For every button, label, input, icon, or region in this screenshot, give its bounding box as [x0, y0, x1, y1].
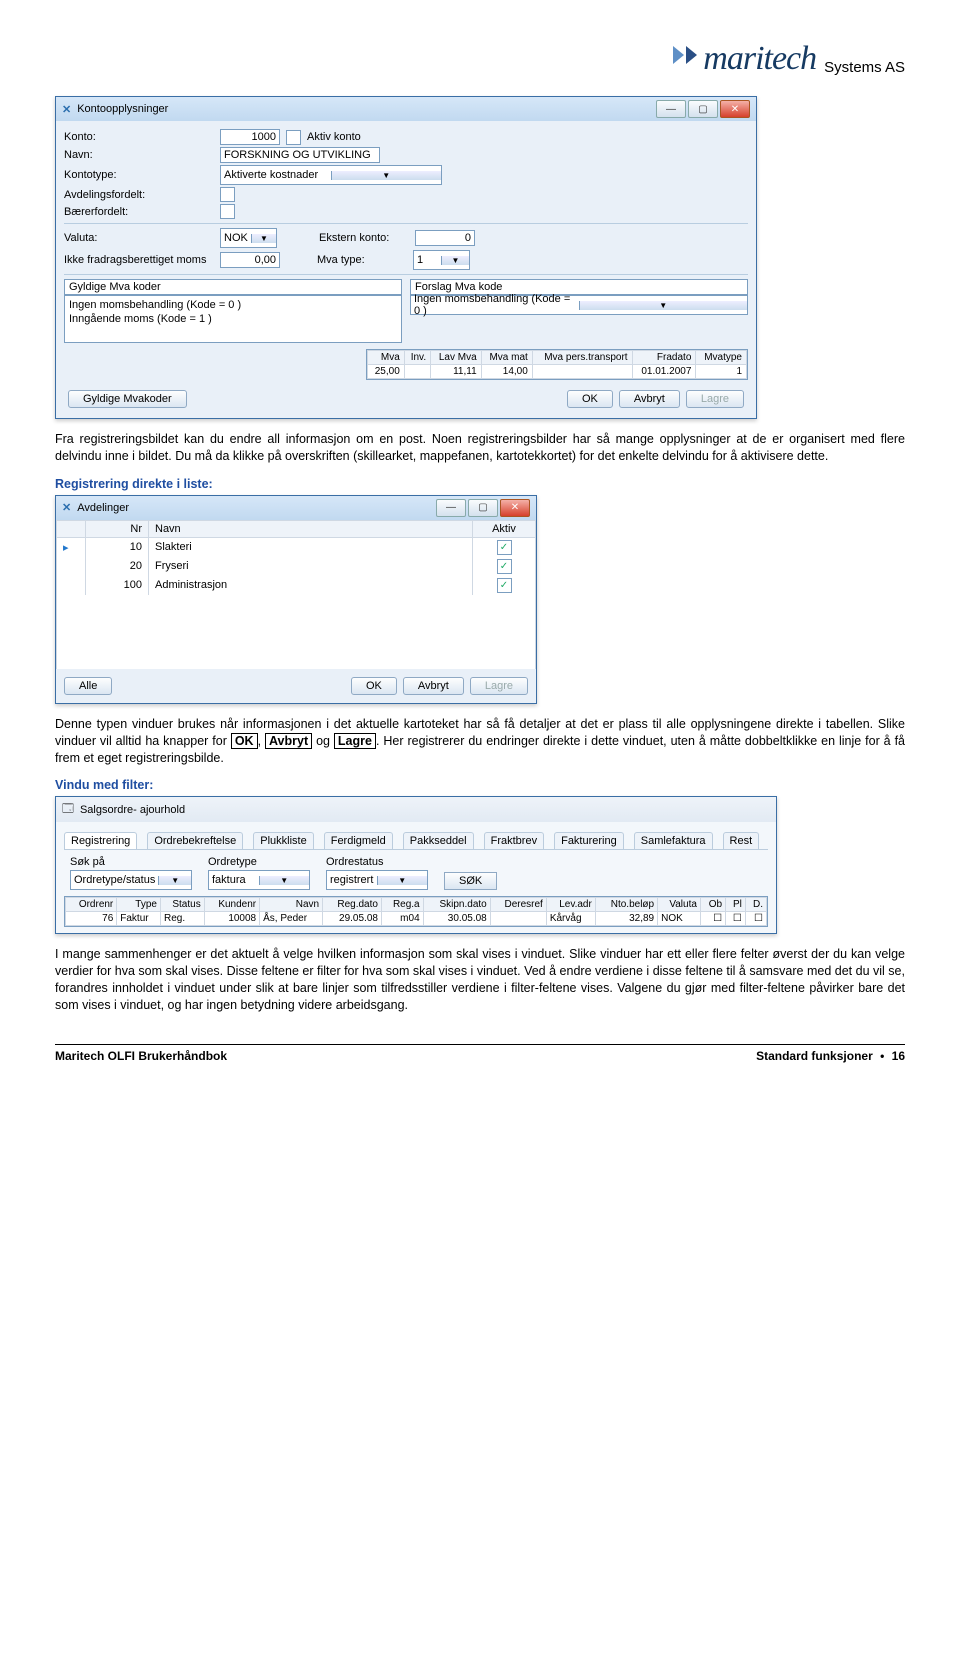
list-gyldige-mva[interactable]: Ingen momsbehandling (Kode = 0 ) Inngåen… [64, 295, 402, 343]
minimize-button[interactable]: — [436, 499, 466, 517]
lagre-button[interactable]: Lagre [470, 677, 528, 695]
maximize-button[interactable]: ▢ [468, 499, 498, 517]
select-kontotype[interactable]: Aktiverte kostnader▼ [220, 165, 442, 185]
app-icon: ✕ [62, 501, 71, 514]
label-sok-pa: Søk på [70, 856, 192, 868]
close-button[interactable]: ✕ [720, 100, 750, 118]
heading-registrering-liste: Registrering direkte i liste: [55, 477, 905, 491]
label-gyldige: Gyldige Mva koder [64, 279, 402, 295]
footer-section: Standard funksjoner [756, 1049, 873, 1063]
keyword-avbryt: Avbryt [265, 733, 312, 749]
tab-fraktbrev[interactable]: Fraktbrev [484, 832, 544, 849]
window-avdelinger: ✕ Avdelinger — ▢ ✕ Nr Navn Aktiv ▸ 10 [55, 495, 537, 704]
window-title: Kontoopplysninger [77, 103, 168, 115]
select-sok-pa[interactable]: Ordretype/status▼ [70, 870, 192, 890]
brand-name: maritech [703, 40, 816, 78]
label-ikke-fradrag: Ikke fradragsberettiget moms [64, 254, 214, 266]
lagre-button[interactable]: Lagre [686, 390, 744, 408]
label-avdelingsfordelt: Avdelingsfordelt: [64, 189, 214, 201]
app-icon: ✕ [62, 103, 71, 116]
window-kontoopplysninger: ✕ Kontoopplysninger — ▢ ✕ Konto: 1000 Ak… [55, 96, 757, 419]
checkbox-aktiv[interactable]: ✓ [497, 578, 512, 593]
alle-button[interactable]: Alle [64, 677, 112, 695]
footer-page-number: 16 [892, 1049, 905, 1063]
ok-button[interactable]: OK [351, 677, 397, 695]
label-ordretype: Ordretype [208, 856, 310, 868]
brand-suffix: Systems AS [824, 59, 905, 76]
tab-bar: Registrering Ordrebekreftelse Plukkliste… [64, 832, 768, 850]
select-forslag-mva[interactable]: Ingen momsbehandling (Kode = 0 )▼ [410, 295, 748, 315]
window-title: Avdelinger [77, 502, 129, 514]
label-ekstern-konto: Ekstern konto: [319, 232, 409, 244]
checkbox-baererfordelt[interactable] [220, 204, 235, 219]
label-ordrestatus: Ordrestatus [326, 856, 428, 868]
page-header: maritech Systems AS [55, 40, 905, 78]
tab-registrering[interactable]: Registrering [64, 832, 137, 849]
input-navn[interactable]: FORSKNING OG UTVIKLING [220, 147, 380, 163]
label-mvatype: Mva type: [317, 254, 407, 266]
label-navn: Navn: [64, 149, 214, 161]
table-row: 100 Administrasjon ✓ [57, 576, 536, 595]
app-icon: 🗔 [62, 800, 74, 819]
checkbox-aktiv[interactable] [286, 130, 301, 145]
window-title: Salgsordre- ajourhold [80, 804, 185, 816]
mva-grid: MvaInv. Lav MvaMva mat Mva pers.transpor… [366, 349, 748, 380]
tab-plukkliste[interactable]: Plukkliste [253, 832, 313, 849]
keyword-lagre: Lagre [334, 733, 376, 749]
label-valuta: Valuta: [64, 232, 214, 244]
label-konto: Konto: [64, 131, 214, 143]
tab-fakturering[interactable]: Fakturering [554, 832, 624, 849]
avdelinger-table[interactable]: Nr Navn Aktiv ▸ 10 Slakteri ✓ 20 Fryseri… [56, 520, 536, 669]
select-mvatype[interactable]: 1▼ [413, 250, 470, 270]
close-button[interactable]: ✕ [500, 499, 530, 517]
maximize-button[interactable]: ▢ [688, 100, 718, 118]
select-ordretype[interactable]: faktura▼ [208, 870, 310, 890]
table-row: 76Faktur Reg.10008 Ås, Peder29.05.08 m04… [66, 912, 767, 926]
tab-rest[interactable]: Rest [723, 832, 760, 849]
tab-pakkseddel[interactable]: Pakkseddel [403, 832, 474, 849]
label-aktiv: Aktiv konto [307, 131, 361, 143]
table-row: ▸ 10 Slakteri ✓ [57, 537, 536, 557]
page-footer: Maritech OLFI Brukerhåndbok Standard fun… [55, 1044, 905, 1063]
tab-ordrebekreftelse[interactable]: Ordrebekreftelse [147, 832, 243, 849]
gyldige-mvakoder-button[interactable]: Gyldige Mvakoder [68, 390, 187, 408]
input-ikke-fradrag[interactable]: 0,00 [220, 252, 280, 268]
footer-left: Maritech OLFI Brukerhåndbok [55, 1049, 227, 1063]
checkbox-aktiv[interactable]: ✓ [497, 559, 512, 574]
select-valuta[interactable]: NOK▼ [220, 228, 277, 248]
input-konto[interactable]: 1000 [220, 129, 280, 145]
sok-button[interactable]: SØK [444, 872, 497, 890]
body-paragraph-2: Denne typen vinduer brukes når informasj… [55, 716, 905, 767]
keyword-ok: OK [231, 733, 258, 749]
ok-button[interactable]: OK [567, 390, 613, 408]
tab-samlefaktura[interactable]: Samlefaktura [634, 832, 713, 849]
checkbox-avdelingsfordelt[interactable] [220, 187, 235, 202]
window-salgsordre: 🗔 Salgsordre- ajourhold Registrering Ord… [55, 796, 777, 934]
body-paragraph-1: Fra registreringsbildet kan du endre all… [55, 431, 905, 465]
order-grid[interactable]: OrdrenrTypeStatus KundenrNavnReg.dato Re… [64, 896, 768, 927]
table-row: 20 Fryseri ✓ [57, 557, 536, 576]
label-baererfordelt: Bærerfordelt: [64, 206, 214, 218]
avbryt-button[interactable]: Avbryt [619, 390, 680, 408]
tab-ferdigmeld[interactable]: Ferdigmeld [324, 832, 393, 849]
logo-icon [673, 46, 697, 64]
select-ordrestatus[interactable]: registrert▼ [326, 870, 428, 890]
input-ekstern-konto[interactable]: 0 [415, 230, 475, 246]
avbryt-button[interactable]: Avbryt [403, 677, 464, 695]
minimize-button[interactable]: — [656, 100, 686, 118]
heading-vindu-filter: Vindu med filter: [55, 778, 905, 792]
body-paragraph-3: I mange sammenhenger er det aktuelt å ve… [55, 946, 905, 1014]
checkbox-aktiv[interactable]: ✓ [497, 540, 512, 555]
label-kontotype: Kontotype: [64, 169, 214, 181]
